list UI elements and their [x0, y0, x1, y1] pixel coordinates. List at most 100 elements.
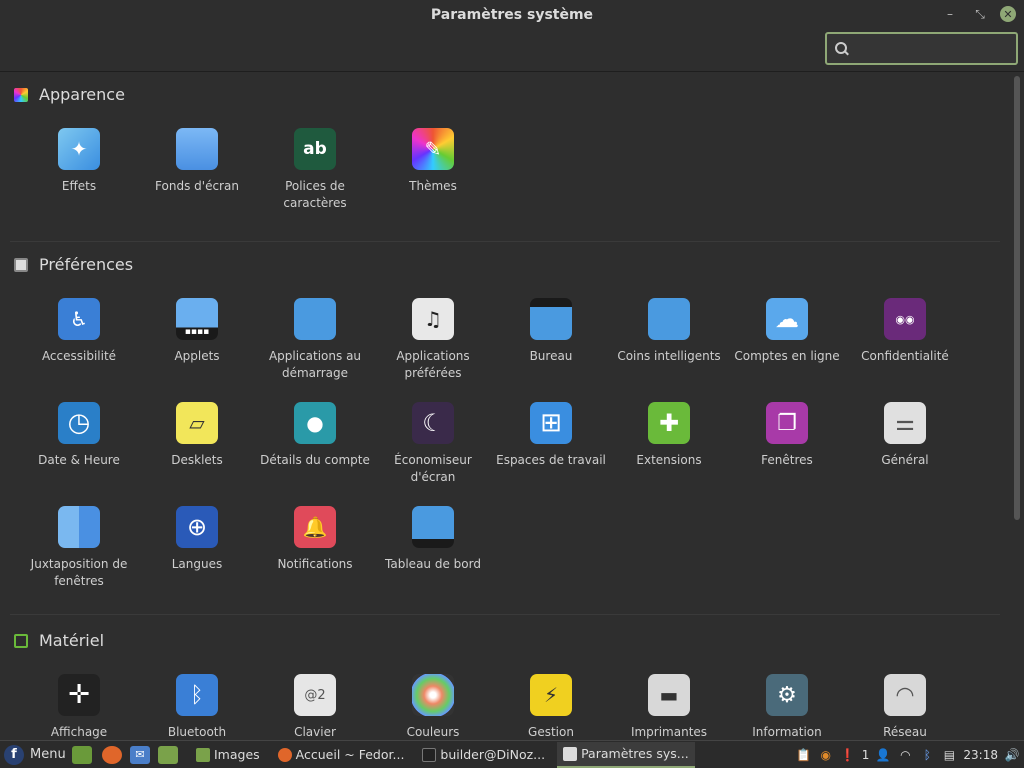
settings-item-label: Desklets — [171, 453, 223, 467]
minimize-icon[interactable]: – — [940, 4, 960, 24]
power-icon: ⚡ — [530, 674, 572, 716]
settings-item[interactable]: ◷ Date & Heure — [20, 402, 138, 469]
show-desktop-icon[interactable] — [72, 745, 92, 764]
settings-item[interactable]: ▱ Desklets — [138, 402, 256, 469]
settings-item[interactable]: ✚ Extensions — [610, 402, 728, 469]
taskbar: f Menu ✉ Images Accueil ~ Fedor... builder… — [0, 740, 1024, 768]
extensions-icon: ✚ — [648, 402, 690, 444]
settings-item[interactable]: ⚙ Information — [728, 674, 846, 740]
firefox-icon — [277, 747, 292, 762]
settings-item-label: Confidentialité — [861, 349, 949, 363]
settings-item-label: Affichage — [50, 725, 108, 739]
folder-icon — [196, 747, 210, 762]
settings-item[interactable]: ♿ Accessibilité — [20, 298, 138, 365]
settings-item-label: Bluetooth — [167, 725, 227, 739]
settings-item[interactable]: Bureau — [492, 298, 610, 365]
settings-item[interactable]: ▪▪▪▪ Applets — [138, 298, 256, 365]
maximize-icon[interactable]: ⤡ — [970, 4, 990, 24]
hot-corners-icon — [648, 298, 690, 340]
settings-icon — [563, 746, 578, 761]
settings-item[interactable]: Juxtaposition de fenêtres — [20, 506, 138, 590]
search-input[interactable] — [843, 41, 1019, 56]
section-header: Apparence — [14, 85, 125, 104]
online-accounts-icon: ☁ — [766, 298, 808, 340]
mail-launcher-icon[interactable]: ✉ — [130, 745, 150, 764]
user-icon[interactable]: 👤 — [875, 747, 891, 763]
taskbar-window-label: Accueil ~ Fedor... — [295, 747, 405, 762]
workspaces-icon: ⊞ — [530, 402, 572, 444]
settings-item-label: Gestion — [528, 725, 574, 739]
wifi-icon[interactable]: ◠ — [897, 747, 913, 763]
settings-item[interactable]: ⚌ Général — [846, 402, 964, 469]
windows-icon: ❐ — [766, 402, 808, 444]
effects-icon: ✦ — [58, 128, 100, 170]
settings-item-label: Bureau — [529, 349, 573, 363]
menu-label: Menu — [30, 747, 66, 762]
files-launcher-icon[interactable] — [158, 745, 178, 764]
alert-count: 1 — [861, 747, 870, 762]
settings-item[interactable]: ✦ Effets — [20, 128, 138, 195]
menu-button[interactable]: f Menu — [0, 744, 68, 765]
window-list: Images Accueil ~ Fedor... builder@DiNoz...… — [190, 741, 695, 768]
section-title: Apparence — [39, 85, 125, 104]
taskbar-window-button[interactable]: builder@DiNoz... — [416, 742, 551, 768]
search-box[interactable] — [825, 32, 1019, 65]
settings-item[interactable]: ◠ Réseau — [846, 674, 964, 740]
colors-icon: ✿ — [412, 674, 454, 716]
taskbar-window-button[interactable]: Images — [190, 742, 266, 768]
clipboard-icon[interactable]: 📋 — [796, 747, 812, 763]
section-icon — [14, 257, 28, 272]
settings-item[interactable]: ⊞ Espaces de travail — [492, 402, 610, 469]
taskbar-window-label: Images — [214, 747, 260, 762]
notes-icon[interactable]: ▤ — [941, 747, 957, 763]
settings-item-label: Information — [752, 725, 822, 739]
section-icon — [14, 633, 28, 648]
settings-item[interactable]: ♫ Applications préférées — [374, 298, 492, 382]
firefox-launcher-icon[interactable] — [102, 745, 122, 764]
settings-item[interactable]: Applications au démarrage — [256, 298, 374, 382]
settings-item[interactable]: ◉◉ Confidentialité — [846, 298, 964, 365]
taskbar-window-button[interactable]: Accueil ~ Fedor... — [272, 742, 411, 768]
settings-item[interactable]: ⚡ Gestion — [492, 674, 610, 740]
settings-item[interactable]: Tableau de bord — [374, 506, 492, 573]
settings-item[interactable]: ● Détails du compte — [256, 402, 374, 469]
settings-item-label: Comptes en ligne — [734, 349, 840, 363]
settings-item[interactable]: ✛ Affichage — [20, 674, 138, 740]
privacy-icon: ◉◉ — [884, 298, 926, 340]
settings-item-label: Langues — [171, 557, 223, 571]
settings-item[interactable]: ✎ Thèmes — [374, 128, 492, 195]
taskbar-window-button[interactable]: Paramètres sys... — [557, 741, 695, 768]
settings-item[interactable]: ab Polices de caractères — [256, 128, 374, 212]
volume-icon[interactable]: 🔊 — [1004, 747, 1020, 763]
settings-item[interactable]: ☾ Économiseur d'écran — [374, 402, 492, 486]
panel-icon — [412, 506, 454, 548]
startup-apps-icon — [294, 298, 336, 340]
settings-item[interactable]: ❐ Fenêtres — [728, 402, 846, 469]
settings-item[interactable]: ☁ Comptes en ligne — [728, 298, 846, 365]
settings-item-label: Applications au démarrage — [268, 349, 362, 380]
settings-item-label: Coins intelligents — [617, 349, 721, 363]
section-title: Matériel — [39, 631, 105, 650]
close-icon[interactable]: ✕ — [1000, 6, 1016, 22]
settings-item[interactable]: Fonds d'écran — [138, 128, 256, 195]
info-icon: ⚙ — [766, 674, 808, 716]
scrollbar[interactable] — [1014, 76, 1020, 520]
fedora-logo-icon: f — [4, 744, 24, 765]
bluetooth-tray-icon[interactable]: ᛒ — [919, 747, 935, 763]
alert-icon[interactable]: ❗ — [840, 747, 856, 763]
settings-item[interactable]: ᛒ Bluetooth — [138, 674, 256, 740]
title-bar[interactable]: Paramètres système – ⤡ ✕ — [0, 0, 1024, 30]
section-header: Préférences — [14, 255, 133, 274]
settings-item[interactable]: @2 Clavier — [256, 674, 374, 740]
settings-item-label: Date & Heure — [38, 453, 120, 467]
settings-item[interactable]: 🔔 Notifications — [256, 506, 374, 573]
settings-item[interactable]: ✿ Couleurs — [374, 674, 492, 740]
settings-item[interactable]: Coins intelligents — [610, 298, 728, 365]
settings-item[interactable]: ⊕ Langues — [138, 506, 256, 573]
clock[interactable]: 23:18 — [963, 748, 998, 762]
keyboard-icon: @2 — [294, 674, 336, 716]
network-icon: ◠ — [884, 674, 926, 716]
updates-icon[interactable]: ◉ — [818, 747, 834, 763]
settings-item-label: Juxtaposition de fenêtres — [30, 557, 128, 588]
settings-item[interactable]: ▬ Imprimantes — [610, 674, 728, 740]
